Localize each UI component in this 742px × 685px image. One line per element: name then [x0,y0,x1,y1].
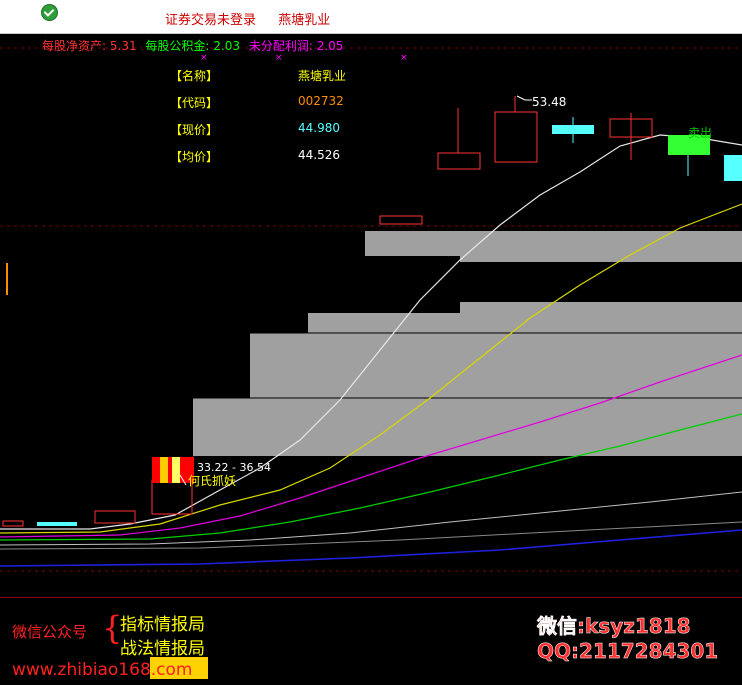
stock-chart-app: 证券交易未登录 燕塘乳业 × × × 每股净资产: 5.31 每股公积金: 2.… [0,0,742,685]
upper-candles [379,96,742,225]
reserve-label: 每股公积金: [145,39,210,53]
nav-label: 每股净资产: [42,39,107,53]
brand-line-2: 战法情报局 [120,639,205,659]
financial-summary: 每股净资产: 5.31 每股公积金: 2.03 未分配利润: 2.05 [42,37,343,54]
avg-key: 【均价】 [170,150,219,164]
brand-line-1: 指标情报局 [120,615,205,635]
website-link[interactable]: www.zhibiao168.com [12,660,192,680]
cursor-marker [6,263,8,295]
price-value: 44.980 [298,121,340,135]
reserve-value: 2.03 [213,39,241,53]
code-key: 【代码】 [170,96,219,110]
early-candles [2,479,193,527]
wechat-public-label: 微信公众号 [12,623,88,641]
svg-text:×: × [200,53,208,63]
name-key: 【名称】 [170,69,219,83]
volume-bars [193,231,742,456]
panel-divider [0,597,742,598]
kline-chart[interactable]: × × × [0,0,742,600]
svg-text:×: × [400,53,408,63]
nav-value: 5.31 [109,39,137,53]
wechat-contact: 微信:ksyz1818 [537,614,691,639]
high-price-label: 53.48 [532,95,567,109]
svg-text:×: × [275,53,283,63]
price-key: 【现价】 [170,123,219,137]
code-value: 002732 [298,94,344,108]
ma-white-long-line [0,491,742,546]
name-value: 燕塘乳业 [298,69,347,83]
qq-contact: QQ:2117284301 [537,639,719,664]
sell-signal-label: 卖出 [688,126,713,140]
undistributed-value: 2.05 [316,39,344,53]
signal-label: 何氏抓妖 [188,474,237,488]
avg-value: 44.526 [298,148,340,162]
undistributed-label: 未分配利润: [248,39,313,53]
